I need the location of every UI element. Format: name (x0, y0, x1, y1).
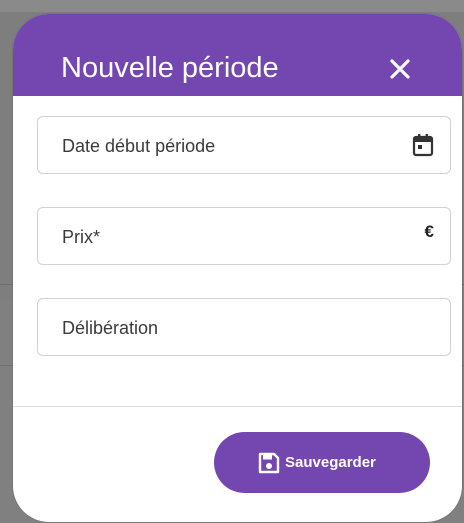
deliberation-field[interactable]: Délibération (37, 298, 451, 356)
price-field[interactable]: Prix* € (37, 207, 451, 265)
save-button-label: Sauvegarder (285, 454, 376, 471)
save-button[interactable]: Sauvegarder (214, 432, 430, 493)
dialog-header: Nouvelle période (13, 14, 462, 96)
save-icon (257, 451, 281, 475)
start-date-label: Date début période (62, 136, 216, 156)
dialog-title: Nouvelle période (61, 52, 279, 84)
footer-divider (13, 406, 462, 407)
close-icon (390, 59, 410, 79)
price-label: Prix* (62, 227, 101, 247)
start-date-field[interactable]: Date début période (37, 116, 451, 174)
new-period-dialog: Nouvelle période Date début période Prix… (13, 14, 462, 522)
close-button[interactable] (385, 54, 415, 84)
euro-suffix: € (424, 222, 434, 241)
calendar-icon[interactable] (412, 133, 434, 157)
deliberation-label: Délibération (62, 318, 159, 338)
